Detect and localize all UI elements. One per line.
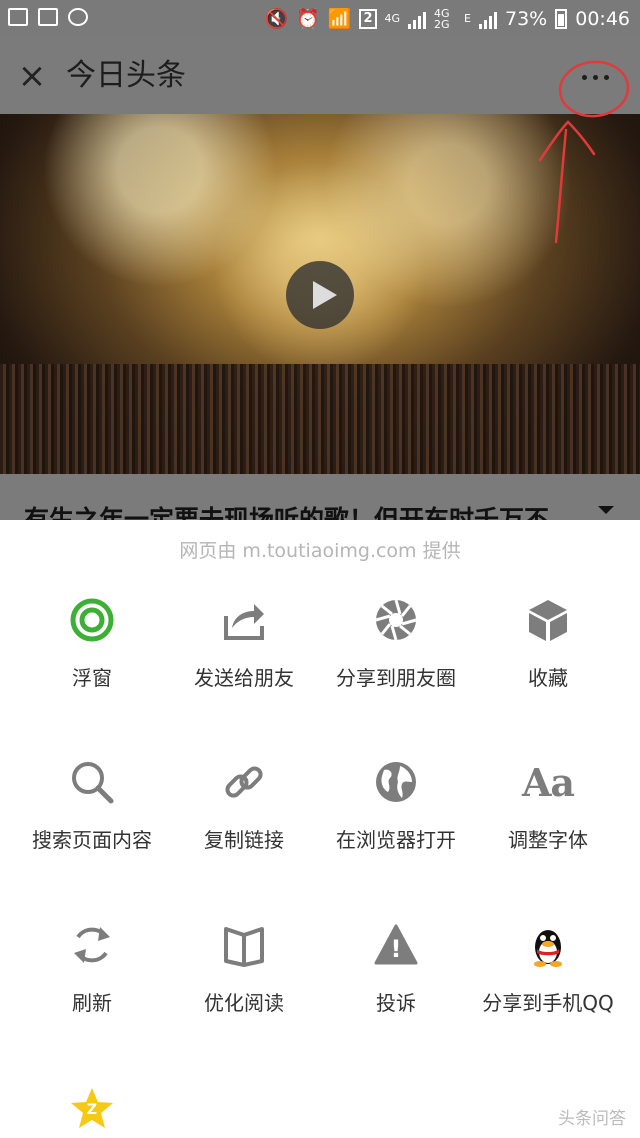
qzone-letter: Z — [86, 1102, 98, 1118]
article-headline: 有生之年一定要去现场听的歌！但开车时千万不 — [24, 505, 550, 520]
qzone-star-icon: Z — [70, 1086, 114, 1130]
image-icon — [38, 8, 58, 26]
share-qq-button[interactable]: 分享到手机QQ — [472, 923, 624, 1043]
item-label: 调整字体 — [508, 828, 588, 852]
item-label: 复制链接 — [204, 828, 284, 852]
signal-icon — [479, 9, 497, 29]
font-size-icon: Aa — [521, 759, 575, 805]
send-to-friend-button[interactable]: 发送给朋友 — [168, 598, 320, 718]
item-label: 优化阅读 — [204, 991, 284, 1015]
copy-link-button[interactable]: 复制链接 — [168, 760, 320, 880]
float-window-button[interactable]: 浮窗 — [16, 598, 168, 718]
qq-penguin-icon — [526, 923, 570, 967]
video-player[interactable] — [0, 114, 640, 474]
item-label: 投诉 — [376, 991, 416, 1015]
watermark: 头条问答 — [558, 1109, 626, 1129]
more-menu-button[interactable] — [570, 62, 620, 92]
warning-icon: ! — [374, 923, 418, 967]
crowd-image — [0, 364, 640, 474]
alarm-icon: ⏰ — [296, 8, 320, 30]
title-bar: × 今日头条 — [0, 38, 640, 114]
share-qzone-button[interactable]: Z — [16, 1086, 168, 1138]
share-arrow-icon — [222, 598, 266, 642]
refresh-button[interactable]: 刷新 — [16, 923, 168, 1043]
item-label: 浮窗 — [72, 666, 112, 690]
search-page-button[interactable]: 搜索页面内容 — [16, 760, 168, 880]
mute-icon: 🔇 — [264, 8, 289, 30]
adjust-font-button[interactable]: Aa 调整字体 — [472, 760, 624, 880]
item-label: 收藏 — [528, 666, 568, 690]
favorite-cube-icon — [526, 598, 570, 642]
globe-icon — [374, 760, 418, 804]
link-icon — [222, 760, 266, 804]
signal-icon — [408, 9, 427, 29]
image-icon — [8, 8, 28, 26]
item-label: 发送给朋友 — [194, 666, 294, 690]
item-label: 刷新 — [72, 991, 112, 1015]
dot — [592, 74, 598, 80]
battery-percent: 73% — [505, 7, 548, 30]
wifi-icon: 📶 — [327, 8, 352, 30]
provider-text: 网页由 m.toutiaoimg.com 提供 — [179, 540, 461, 562]
item-label: 搜索页面内容 — [32, 828, 152, 852]
share-sheet: 网页由 m.toutiaoimg.com 提供 浮窗 发送给朋友 分享到朋友圈 … — [0, 520, 640, 1138]
item-label: 分享到手机QQ — [482, 991, 614, 1015]
page-title: 今日头条 — [66, 58, 186, 93]
warning-mark: ! — [390, 935, 402, 963]
network-e: E — [464, 12, 471, 25]
optimize-reading-button[interactable]: 优化阅读 — [168, 923, 320, 1043]
concert-stage-image — [0, 114, 640, 394]
refresh-icon — [70, 923, 114, 967]
sim-badge: 2 — [359, 8, 377, 29]
favorite-button[interactable]: 收藏 — [472, 598, 624, 718]
network-4g: 4G — [384, 12, 401, 25]
book-icon — [222, 923, 266, 967]
item-label: 分享到朋友圈 — [336, 666, 456, 690]
status-bar: 🔇 ⏰ 📶 2 4G 4G 2G E 73% 00:46 — [0, 0, 640, 38]
dot — [581, 74, 587, 80]
share-moments-button[interactable]: 分享到朋友圈 — [320, 598, 472, 718]
battery-icon — [555, 8, 568, 29]
dot — [603, 74, 609, 80]
network-4g2g: 4G 2G — [434, 6, 450, 31]
float-window-icon — [70, 598, 114, 642]
item-label: 在浏览器打开 — [336, 828, 456, 852]
moments-icon — [374, 598, 418, 642]
search-icon — [70, 760, 114, 804]
close-icon[interactable]: × — [14, 56, 50, 96]
report-button[interactable]: ! 投诉 — [320, 923, 472, 1043]
open-in-browser-button[interactable]: 在浏览器打开 — [320, 760, 472, 880]
article-header: 有生之年一定要去现场听的歌！但开车时千万不 — [0, 474, 640, 520]
play-icon[interactable] — [286, 261, 354, 329]
chevron-down-icon[interactable] — [598, 506, 614, 514]
clock: 00:46 — [575, 7, 630, 30]
people-icon — [68, 8, 88, 26]
